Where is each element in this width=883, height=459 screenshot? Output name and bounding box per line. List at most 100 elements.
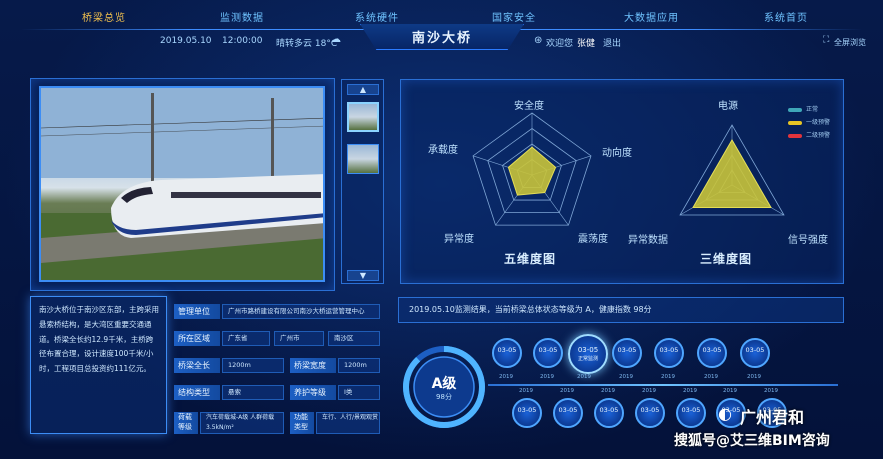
nav-item-home[interactable]: 系统首页 [764, 9, 808, 24]
length-label: 桥梁全长 [174, 358, 220, 373]
timeline-node-date: 03-05 [745, 346, 765, 354]
thumb-up-arrow-icon[interactable]: ▲ [347, 84, 379, 95]
thumbnail-strip: ▲ ▼ [341, 79, 384, 284]
thumbnail-2[interactable] [347, 144, 379, 174]
watermark-brand: 广州君和 [740, 408, 805, 427]
timeline-node-date: 03-05 [517, 406, 537, 414]
timeline-node-label: 正常监测 [577, 356, 598, 362]
nav-item-bigdata[interactable]: 大数据应用 [624, 9, 679, 24]
timeline-node-year: 2019 [601, 388, 615, 394]
mgmt-label: 管理单位 [174, 304, 220, 319]
legend-level2: 二级预警 [788, 130, 830, 139]
radar2-title: 三维度图 [700, 252, 753, 266]
radar1-title: 五维度图 [504, 252, 557, 266]
radar1-label-dynamic: 动向度 [602, 148, 632, 159]
timeline-node-year: 2019 [499, 374, 513, 380]
radar1-label-load: 承载度 [428, 145, 458, 156]
timeline-node-year: 2019 [577, 374, 591, 380]
timeline-node[interactable]: 03-05 [612, 338, 642, 368]
timeline-node-date: 03-05 [702, 346, 722, 354]
area-value-district: 南沙区 [328, 331, 380, 346]
timeline-node[interactable]: 03-05 [740, 338, 770, 368]
grade-level: A级 [431, 376, 457, 392]
username: 张健 [577, 39, 596, 49]
timeline-node-date: 03-05 [558, 406, 578, 414]
timeline-node[interactable]: 03-05 [492, 338, 522, 368]
wechat-icon: ◐ [718, 404, 732, 423]
timeline-axis [488, 384, 838, 386]
length-value: 1200m [222, 358, 284, 373]
load-label: 荷载等级 [174, 412, 198, 434]
type-value: 悬索 [222, 385, 284, 400]
nav-item-hardware[interactable]: 系统硬件 [355, 9, 399, 24]
timeline-node[interactable]: 03-05 [594, 398, 624, 428]
bridge-photo [39, 86, 325, 282]
fullscreen-button[interactable]: 全屏浏览 [834, 37, 866, 61]
timeline-node[interactable]: 03-05 [512, 398, 542, 428]
timeline-node[interactable]: 03-05 [697, 338, 727, 368]
function-label: 功能类型 [290, 412, 314, 434]
timeline-node-date: 03-05 [577, 346, 599, 354]
legend-level2-swatch [788, 133, 802, 138]
timeline-node-year: 2019 [704, 374, 718, 380]
area-label: 所在区域 [174, 331, 220, 346]
grade-score: 98分 [436, 393, 452, 401]
watermark-source: 搜狐号@艾三维BIM咨询 [674, 433, 830, 449]
radar2-label-abnormal-data: 异常数据 [628, 235, 668, 246]
fullscreen-icon[interactable]: ⛶ [823, 35, 829, 45]
timeline-node-date: 03-05 [617, 346, 637, 354]
time-text: 12:00:00 [222, 36, 263, 46]
timeline-node-date: 03-05 [497, 346, 517, 354]
area-value-city: 广州市 [274, 331, 324, 346]
function-value: 车行、人行/景观观赏 [316, 412, 380, 434]
timeline-node-date: 03-05 [681, 406, 701, 414]
legend-level1: 一级预警 [788, 117, 830, 126]
legend-level1-swatch [788, 120, 802, 125]
radar1-label-safety: 安全度 [514, 101, 544, 112]
radar2-label-power: 电源 [718, 101, 738, 112]
area-value-province: 广东省 [222, 331, 270, 346]
logout-link[interactable]: 退出 [603, 36, 621, 60]
timeline-node[interactable]: 03-05 正常监测 [568, 334, 608, 374]
thumb-down-arrow-icon[interactable]: ▼ [347, 270, 379, 281]
user-icon: ⊛ [534, 35, 543, 46]
legend-normal-swatch [788, 107, 802, 112]
status-message: 2019.05.10监测结果，当前桥梁总体状态等级为 A，健康指数 98分 [398, 297, 844, 323]
timeline-node-date: 03-05 [538, 346, 558, 354]
page-title: 南沙大桥 [360, 24, 524, 50]
nav-item-bridge-overview[interactable]: 桥梁总览 [82, 9, 126, 24]
timeline-node-year: 2019 [683, 388, 697, 394]
nav-item-security[interactable]: 国家安全 [492, 9, 536, 24]
timeline-node-year: 2019 [723, 388, 737, 394]
timeline-node-year: 2019 [619, 374, 633, 380]
date-text: 2019.05.10 [160, 36, 212, 46]
weather-cloud-icon: ☁ [331, 34, 341, 45]
timeline-node-date: 03-05 [640, 406, 660, 414]
thumbnail-1[interactable] [347, 102, 379, 132]
timeline-node-year: 2019 [519, 388, 533, 394]
guard-label: 养护等级 [290, 385, 336, 400]
guard-value: I类 [338, 385, 380, 400]
timeline-node-year: 2019 [540, 374, 554, 380]
radar1-label-vibration: 震荡度 [578, 234, 608, 245]
weather-text: 晴转多云 18°C [276, 39, 338, 49]
timeline-node[interactable]: 03-05 [635, 398, 665, 428]
timeline-node-year: 2019 [747, 374, 761, 380]
timeline-node[interactable]: 03-05 [533, 338, 563, 368]
nav-item-monitoring[interactable]: 监测数据 [220, 9, 264, 24]
timeline-node-year: 2019 [560, 388, 574, 394]
timeline-node-year: 2019 [661, 374, 675, 380]
timeline-node[interactable]: 03-05 [553, 398, 583, 428]
width-value: 1200m [338, 358, 380, 373]
legend-normal: 正常 [788, 104, 818, 113]
timeline-node[interactable]: 03-05 [676, 398, 706, 428]
welcome-text: 欢迎您 [546, 39, 574, 49]
timeline-node[interactable]: 03-05 [654, 338, 684, 368]
mgmt-value: 广州市路桥建设有限公司南沙大桥运营管理中心 [222, 304, 380, 319]
radar-panel [400, 79, 844, 284]
bridge-description: 南沙大桥位于南沙区东部，主跨采用悬索桥结构，是大湾区重要交通通道。桥梁全长约12… [30, 296, 167, 434]
type-label: 结构类型 [174, 385, 220, 400]
timeline-node-year: 2019 [764, 388, 778, 394]
timeline-node-year: 2019 [642, 388, 656, 394]
radar1-label-abnormal: 异常度 [444, 234, 474, 245]
